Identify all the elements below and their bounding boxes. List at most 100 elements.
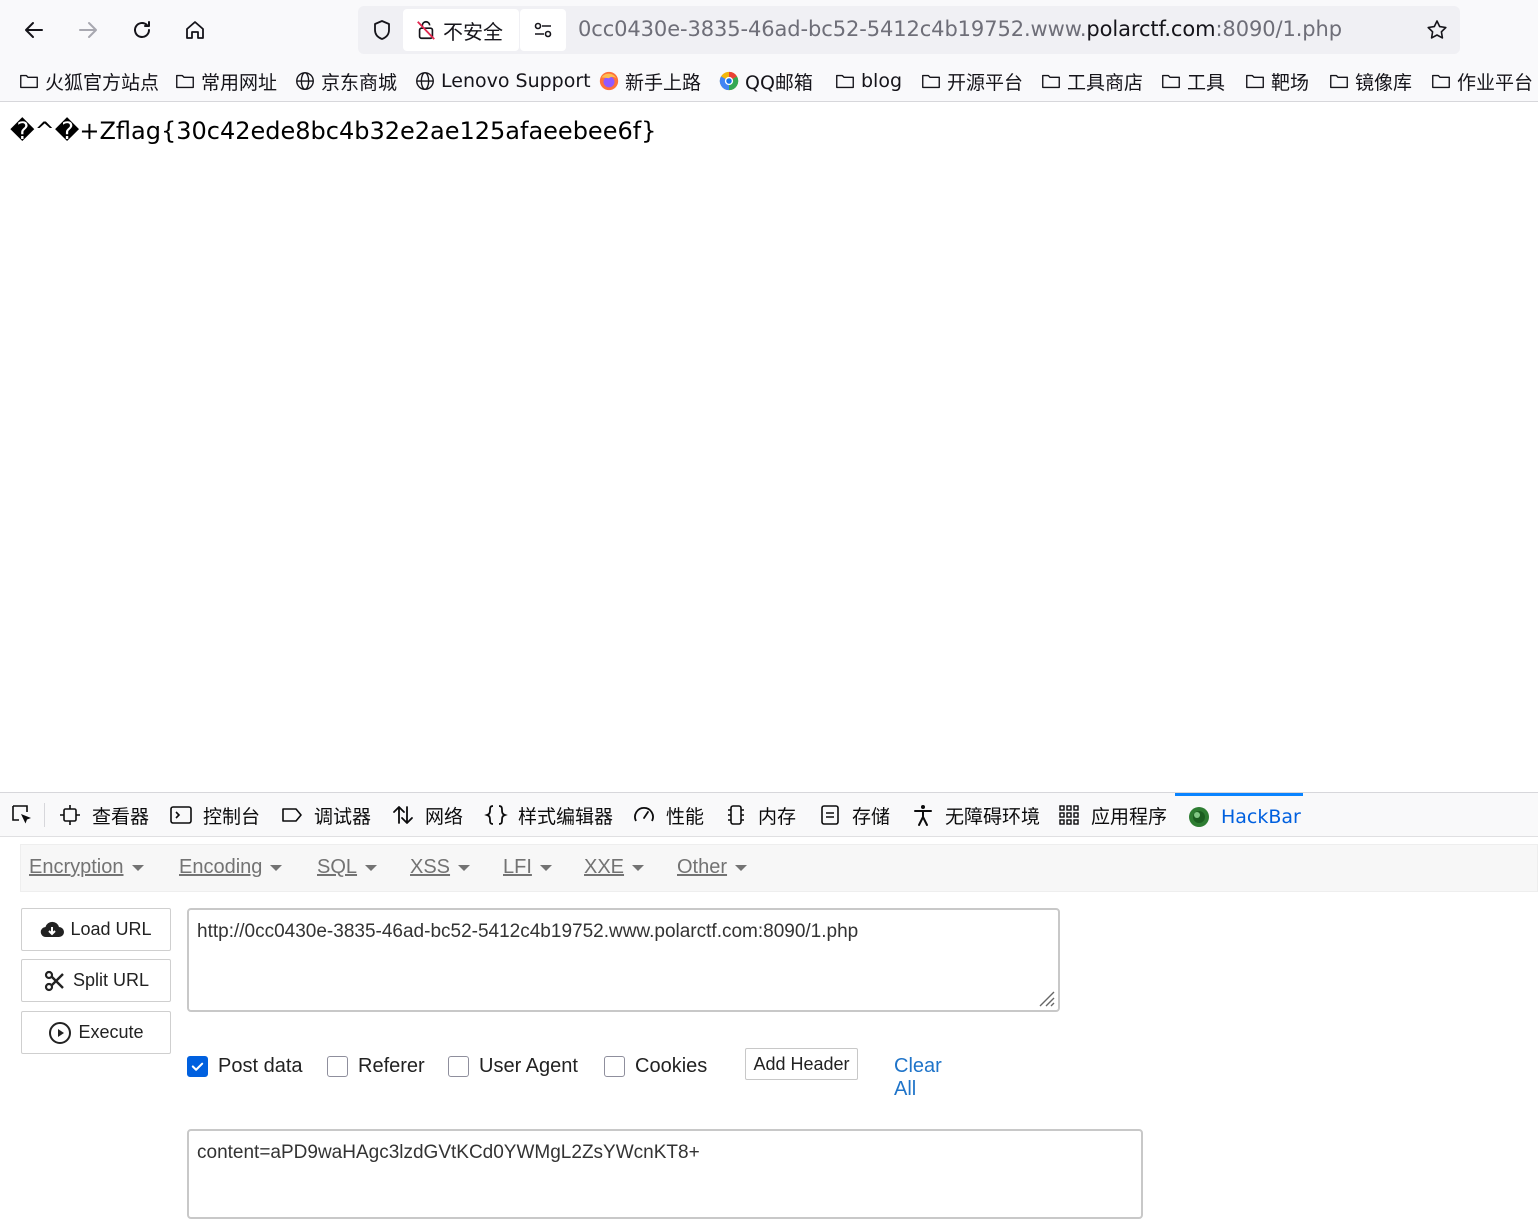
add-header-button[interactable]: Add Header <box>745 1048 858 1080</box>
post-data-checkbox[interactable] <box>187 1056 208 1077</box>
tab-console[interactable]: 控制台 <box>169 793 260 837</box>
tab-label: 调试器 <box>314 805 372 828</box>
permissions-button[interactable] <box>520 9 566 51</box>
bookmark-item[interactable]: 工具 <box>1160 68 1225 94</box>
menu-encoding[interactable]: Encoding <box>179 856 283 879</box>
tab-application[interactable]: 应用程序 <box>1057 793 1167 837</box>
back-button[interactable] <box>16 12 52 48</box>
bookmark-item[interactable]: 新手上路 <box>598 68 701 94</box>
permissions-icon <box>534 22 552 38</box>
load-url-label: Load URL <box>70 919 152 939</box>
caret-down-icon <box>131 864 144 871</box>
resize-grip-icon[interactable] <box>1035 987 1055 1007</box>
menu-xss[interactable]: XSS <box>410 856 471 879</box>
storage-icon <box>821 805 839 825</box>
element-picker-icon <box>12 805 31 824</box>
address-bar[interactable]: 不安全 0cc0430e-3835-46ad-bc52-5412c4b19752… <box>358 6 1460 54</box>
bookmark-item[interactable]: 常用网址 <box>174 68 277 94</box>
bookmark-item[interactable]: 工具商店 <box>1040 68 1143 94</box>
folder-icon <box>1042 74 1060 89</box>
referer-label: Referer <box>358 1055 425 1077</box>
clear-all-link[interactable]: Clear All <box>894 1055 942 1101</box>
bookmark-label: Lenovo Support <box>441 70 591 92</box>
bookmark-item[interactable]: 开源平台 <box>920 68 1023 94</box>
cookies-checkbox[interactable] <box>604 1056 625 1077</box>
network-icon <box>393 806 413 824</box>
menu-label: LFI <box>503 856 532 878</box>
post-data-option[interactable]: Post data <box>187 1055 303 1078</box>
bookmark-item[interactable]: 作业平台 <box>1430 68 1533 94</box>
bookmark-label: 常用网址 <box>201 71 278 94</box>
cookies-option[interactable]: Cookies <box>604 1055 707 1078</box>
bookmark-item[interactable]: 镜像库 <box>1328 68 1412 94</box>
reload-icon <box>134 21 150 38</box>
checkmark-icon <box>191 1062 204 1071</box>
referer-option[interactable]: Referer <box>327 1055 425 1078</box>
folder-icon <box>836 74 854 89</box>
tab-label: 样式编辑器 <box>518 805 614 828</box>
bookmark-item[interactable]: 京东商城 <box>294 68 397 94</box>
menu-label: Other <box>677 856 728 878</box>
tab-label: HackBar <box>1221 805 1301 828</box>
tab-hackbar[interactable]: HackBar <box>1175 793 1303 837</box>
post-data-textarea[interactable]: content=aPD9waHAgc3lzdGVtKCd0YWMgL2ZsYWc… <box>187 1129 1143 1219</box>
bookmark-item[interactable]: blog <box>834 68 902 94</box>
forward-button[interactable] <box>70 12 106 48</box>
bookmark-item[interactable]: 火狐官方站点 <box>18 68 159 94</box>
folder-icon <box>1162 74 1180 89</box>
menu-lfi[interactable]: LFI <box>503 856 552 879</box>
folder-icon <box>1246 74 1264 89</box>
tab-inspector[interactable]: 查看器 <box>58 793 149 837</box>
devtools-tab-bar: 查看器 控制台 调试器 网络 样式编辑器 性能 内存 存储 无障碍环境 应用程序… <box>0 793 1538 837</box>
referer-checkbox[interactable] <box>327 1056 348 1077</box>
post-data-label: Post data <box>218 1055 303 1077</box>
tab-label: 应用程序 <box>1091 805 1168 828</box>
bookmark-item[interactable]: 靶场 <box>1244 68 1309 94</box>
tab-accessibility[interactable]: 无障碍环境 <box>911 793 1040 837</box>
menu-label: XSS <box>410 856 451 878</box>
tab-label: 性能 <box>666 805 705 828</box>
tab-style-editor[interactable]: 样式编辑器 <box>484 793 613 837</box>
console-icon <box>170 806 192 824</box>
bookmark-label: 靶场 <box>1271 71 1310 94</box>
debugger-icon <box>282 808 302 822</box>
menu-encryption[interactable]: Encryption <box>29 856 144 879</box>
url-text[interactable]: 0cc0430e-3835-46ad-bc52-5412c4b19752.www… <box>578 17 1342 41</box>
reload-button[interactable] <box>124 12 160 48</box>
folder-icon <box>20 74 38 89</box>
tab-memory[interactable]: 内存 <box>724 793 796 837</box>
arrow-right-icon <box>79 22 97 38</box>
menu-sql[interactable]: SQL <box>317 856 378 879</box>
tab-label: 无障碍环境 <box>945 805 1041 828</box>
element-picker-button[interactable] <box>10 793 34 837</box>
tab-network[interactable]: 网络 <box>391 793 463 837</box>
menu-xxe[interactable]: XXE <box>584 856 645 879</box>
load-url-button[interactable]: Load URL <box>21 908 171 951</box>
bookmark-item[interactable]: QQ邮箱 <box>718 68 813 94</box>
tab-storage[interactable]: 存储 <box>818 793 890 837</box>
tab-debugger[interactable]: 调试器 <box>280 793 371 837</box>
home-button[interactable] <box>177 12 213 48</box>
bookmark-item[interactable]: Lenovo Support <box>414 68 591 94</box>
tab-performance[interactable]: 性能 <box>632 793 704 837</box>
accessibility-icon <box>914 805 932 826</box>
bookmark-label: 镜像库 <box>1355 71 1413 94</box>
firefox-icon <box>599 71 619 91</box>
star-icon[interactable] <box>1425 18 1449 42</box>
url-textarea[interactable]: http://0cc0430e-3835-46ad-bc52-5412c4b19… <box>187 908 1060 1012</box>
arrow-left-icon <box>25 22 43 38</box>
user-agent-checkbox[interactable] <box>448 1056 469 1077</box>
shield-icon[interactable] <box>370 18 394 42</box>
site-security-indicator[interactable]: 不安全 <box>403 9 519 51</box>
folder-icon <box>176 74 194 89</box>
execute-button[interactable]: Execute <box>21 1011 171 1054</box>
split-url-button[interactable]: Split URL <box>21 959 171 1002</box>
bookmark-label: 工具商店 <box>1067 71 1144 94</box>
tab-label: 查看器 <box>92 805 150 828</box>
style-editor-icon <box>484 805 508 825</box>
globe-icon <box>416 72 434 90</box>
user-agent-option[interactable]: User Agent <box>448 1055 578 1078</box>
menu-other[interactable]: Other <box>677 856 748 879</box>
caret-down-icon <box>735 864 748 871</box>
performance-icon <box>634 807 654 822</box>
